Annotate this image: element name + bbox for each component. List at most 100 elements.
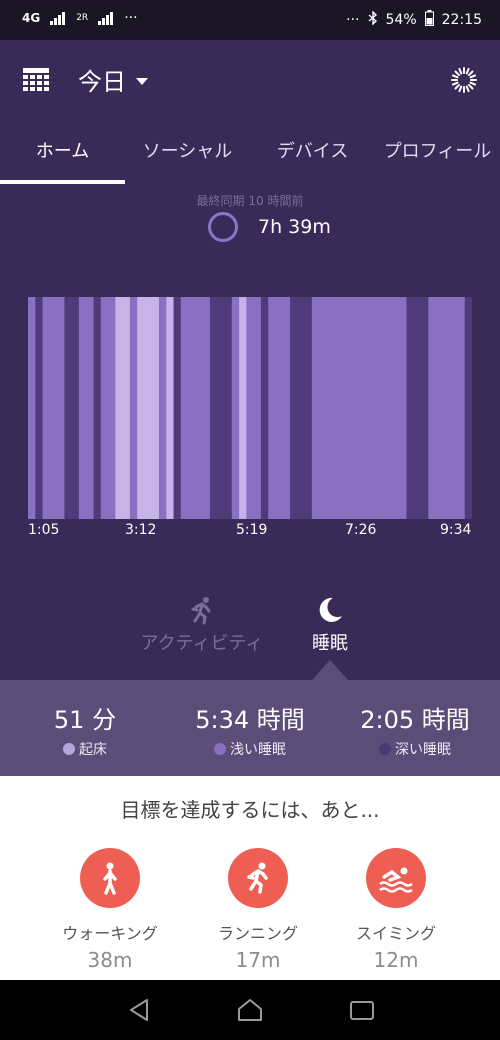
sleep-stats: 51 分 起床 5:34 時間 浅い睡眠 2:05 時間 深い睡眠 [0, 680, 500, 776]
sleep-segment-deep [64, 297, 80, 519]
sleep-segment-light [268, 297, 291, 519]
sleep-segment-deep [35, 297, 43, 519]
sleep-segment-awake [115, 297, 131, 519]
sleep-segment-light [100, 297, 116, 519]
sleep-segment-awake [137, 297, 160, 519]
walking-icon [80, 848, 140, 908]
goal-running-amount: 17m [235, 948, 281, 972]
tab-social-label: ソーシャル [142, 141, 233, 162]
goal-swimming-name: スイミング [355, 924, 436, 943]
app-screen: 今日 ホーム ソーシャル デバイス プロフィール 最終同期 10 時間前 7h … [0, 40, 500, 980]
sleep-segment-light [78, 297, 94, 519]
goals-panel: 目標を達成するには、あと... ウォーキング 38m ランニング 17m スイミ… [0, 776, 500, 980]
sleep-segment-light [311, 297, 407, 519]
moon-icon [319, 597, 342, 622]
sim2-label: 2R [76, 13, 89, 23]
selected-mode-pointer [312, 660, 348, 680]
mode-sleep-label: 睡眠 [312, 633, 348, 654]
x-tick-label: 9:34 [440, 522, 472, 538]
goal-swimming[interactable]: スイミング 12m [326, 848, 466, 972]
date-selector[interactable]: 今日 [78, 62, 148, 97]
home-icon[interactable] [235, 995, 265, 1025]
sleep-segment-awake [166, 297, 174, 519]
back-icon[interactable] [125, 995, 155, 1025]
stat-light-value: 5:34 時間 [195, 706, 305, 734]
mode-activity[interactable]: アクティビティ [132, 595, 272, 655]
sync-icon[interactable] [450, 66, 478, 94]
sleep-segment-deep [209, 297, 233, 519]
sleep-segment-light [180, 297, 211, 519]
network-indicator: 4G [22, 11, 41, 25]
goal-running-name: ランニング [217, 924, 298, 943]
date-label: 今日 [78, 68, 126, 96]
sleep-segment-deep [406, 297, 429, 519]
x-tick-label: 3:12 [125, 522, 157, 538]
sleep-total-value: 7h 39m [258, 216, 331, 238]
sleep-segment-light [231, 297, 240, 519]
sleep-segment-deep [173, 297, 182, 519]
status-bar: 4G 2R ··· ··· 54% 22:15 [0, 0, 500, 40]
last-sync-text: 最終同期 10 時間前 [196, 194, 304, 208]
stat-deep: 2:05 時間 深い睡眠 [340, 700, 490, 759]
chart-x-axis: 1:05 3:12 5:19 7:26 9:34 [28, 522, 472, 542]
tab-home[interactable]: ホーム [0, 128, 125, 184]
sleep-ring-icon [208, 212, 238, 242]
sleep-segment-light [129, 297, 138, 519]
sleep-segment-light [42, 297, 65, 519]
goal-running[interactable]: ランニング 17m [188, 848, 328, 972]
sleep-stage-chart [28, 297, 472, 519]
tab-devices[interactable]: デバイス [250, 128, 375, 184]
stat-awake-label: 起床 [79, 742, 107, 758]
more-notifications: ··· [124, 10, 138, 26]
sleep-total: 7h 39m [208, 212, 331, 242]
signal-icon-2 [98, 11, 114, 25]
deep-dot [379, 743, 391, 755]
sleep-segment-deep [290, 297, 313, 519]
stat-light-label: 浅い睡眠 [230, 742, 286, 758]
stat-light: 5:34 時間 浅い睡眠 [175, 700, 325, 759]
goal-walking-name: ウォーキング [62, 924, 158, 943]
running-icon [191, 597, 211, 625]
light-dot [214, 743, 226, 755]
mode-activity-label: アクティビティ [140, 633, 264, 654]
sleep-segment-deep [260, 297, 269, 519]
recent-apps-icon[interactable] [347, 995, 377, 1025]
mode-sleep[interactable]: 睡眠 [300, 595, 360, 655]
sleep-segment-light [159, 297, 167, 519]
sleep-segment-deep [93, 297, 102, 519]
bluetooth-icon [368, 10, 378, 29]
x-tick-label: 1:05 [28, 522, 60, 538]
goal-walking-amount: 38m [87, 948, 133, 972]
swimming-icon [366, 848, 426, 908]
x-tick-label: 5:19 [236, 522, 268, 538]
sleep-segment-light [428, 297, 466, 519]
goal-swimming-amount: 12m [373, 948, 419, 972]
goal-walking[interactable]: ウォーキング 38m [40, 848, 180, 972]
top-bar: 今日 [0, 40, 500, 120]
running-icon [228, 848, 288, 908]
awake-dot [63, 743, 75, 755]
battery-percent: 54% [385, 12, 417, 28]
stat-deep-label: 深い睡眠 [395, 742, 451, 758]
x-tick-label: 7:26 [345, 522, 377, 538]
battery-icon [424, 10, 434, 30]
more-status: ··· [346, 12, 360, 28]
stat-deep-value: 2:05 時間 [360, 706, 470, 734]
sleep-segment-deep [464, 297, 472, 519]
tab-profile-label: プロフィール [383, 141, 492, 162]
tab-devices-label: デバイス [276, 141, 349, 162]
goals-title: 目標を達成するには、あと... [120, 798, 380, 822]
tab-bar: ホーム ソーシャル デバイス プロフィール [0, 128, 500, 184]
stat-awake-value: 51 分 [53, 706, 117, 734]
sleep-segment-light [246, 297, 262, 519]
caret-down-icon [136, 78, 148, 85]
system-nav-bar [0, 980, 500, 1040]
tab-social[interactable]: ソーシャル [125, 128, 250, 184]
stat-awake: 51 分 起床 [10, 700, 160, 759]
tab-profile[interactable]: プロフィール [375, 128, 500, 184]
calendar-icon[interactable] [22, 66, 50, 94]
clock: 22:15 [441, 12, 482, 28]
sleep-segment-awake [239, 297, 247, 519]
signal-icon [50, 11, 66, 25]
sleep-segment-light [28, 297, 36, 519]
